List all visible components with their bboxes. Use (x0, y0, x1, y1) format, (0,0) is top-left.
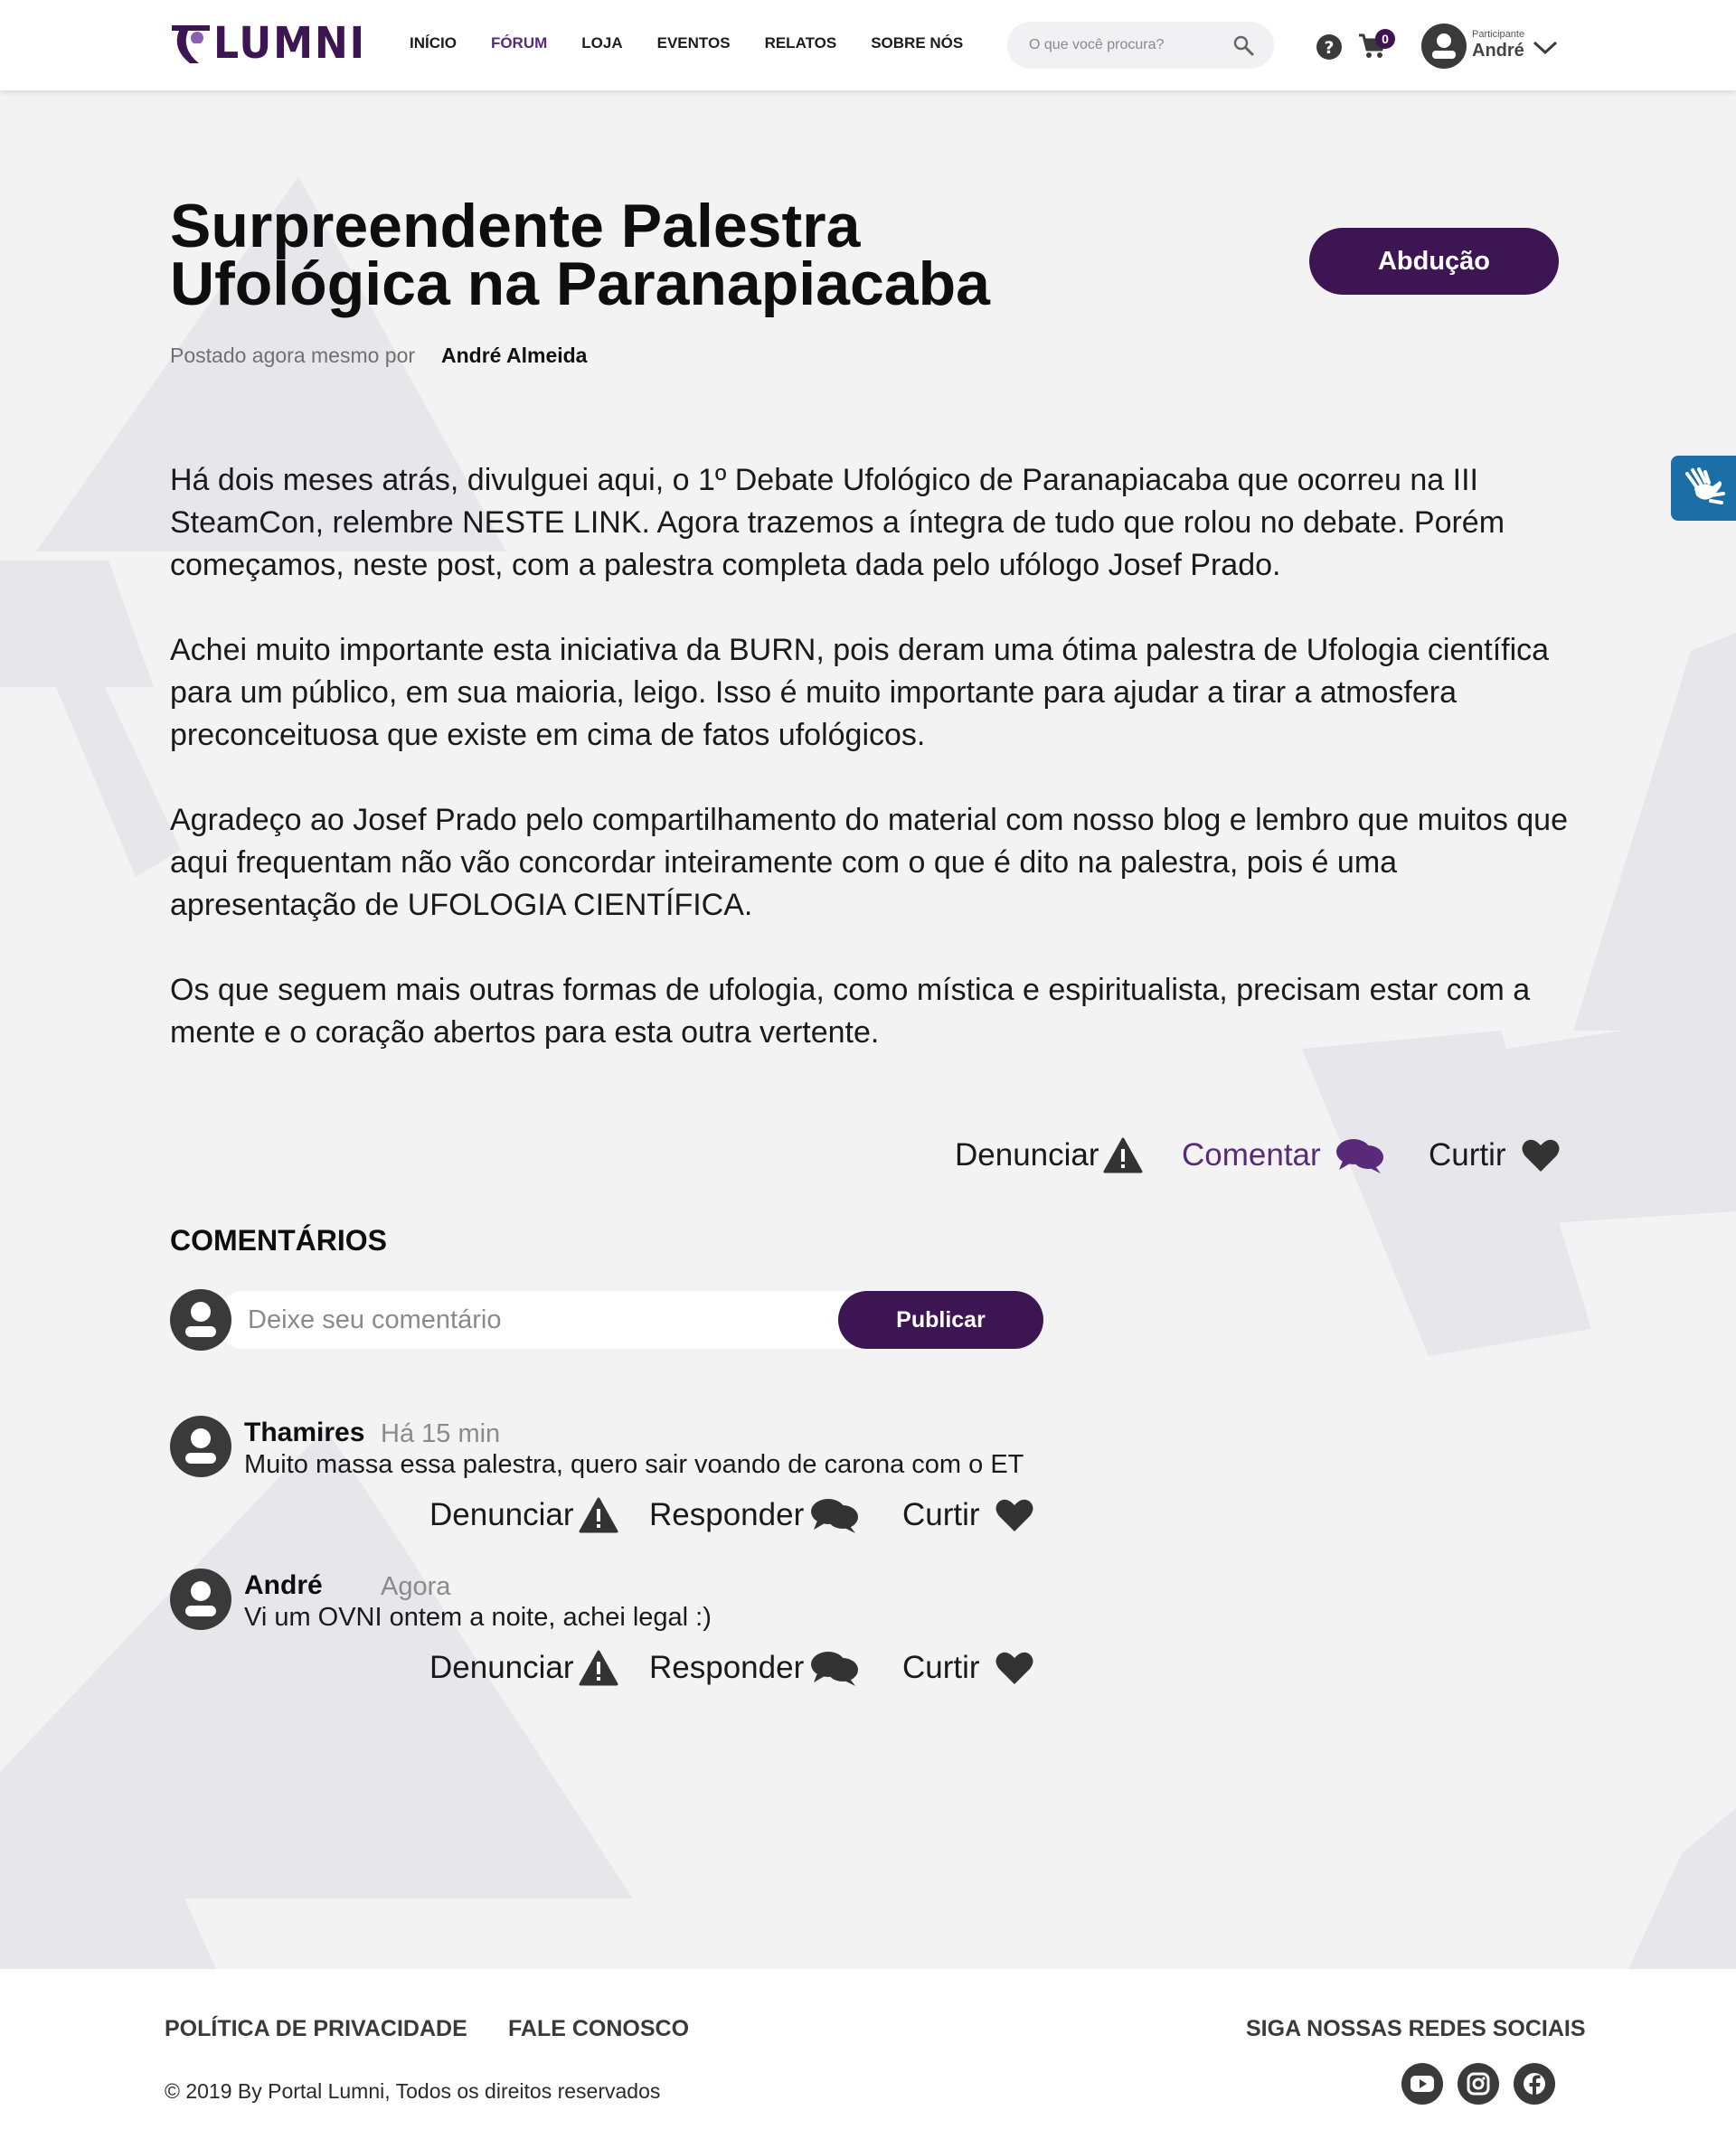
contact-link[interactable]: FALE CONOSCO (508, 2016, 689, 2042)
heart-icon (1522, 1139, 1560, 1172)
comment-text: Muito massa essa palestra, quero sair vo… (244, 1450, 1024, 1479)
comments-icon (811, 1652, 858, 1686)
report-comment-button[interactable]: Denunciar (429, 1497, 618, 1533)
reply-comment-button[interactable]: Responder (649, 1497, 858, 1533)
comment-actions: Denunciar Responder Curtir (170, 1497, 1043, 1542)
facebook-icon[interactable] (1512, 2061, 1557, 2106)
user-avatar-icon (170, 1289, 231, 1351)
comments-title: COMENTÁRIOS (170, 1224, 387, 1257)
user-avatar-icon (170, 1569, 231, 1630)
comment-text: Vi um OVNI ontem a noite, achei legal :) (244, 1603, 712, 1632)
youtube-icon[interactable] (1400, 2061, 1445, 2106)
heart-icon (995, 1652, 1033, 1684)
nav-item-eventos[interactable]: EVENTOS (657, 34, 731, 56)
user-role-label: Participante (1472, 29, 1525, 40)
post-paragraph: Achei muito importante esta iniciativa d… (170, 633, 1550, 752)
report-label: Denunciar (429, 1650, 574, 1685)
like-label: Curtir (902, 1650, 980, 1685)
top-header: LUMNI INÍCIO FÓRUM LOJA EVENTOS RELATOS … (0, 0, 1736, 90)
cart-count-badge: 0 (1375, 29, 1395, 49)
comment-input[interactable] (248, 1302, 790, 1338)
post-paragraph: Agradeço ao Josef Prado pelo compartilha… (170, 803, 1568, 922)
comment-actions: Denunciar Responder Curtir (170, 1650, 1043, 1695)
accessibility-button[interactable] (1671, 456, 1736, 521)
logo-text: LUMNI (213, 18, 366, 69)
comment-time: Há 15 min (381, 1419, 501, 1448)
nav-item-forum[interactable]: FÓRUM (491, 34, 547, 56)
chevron-down-icon[interactable] (1532, 38, 1559, 56)
comment-time: Agora (381, 1572, 451, 1601)
comments-icon (811, 1499, 858, 1533)
lumni-logo[interactable]: LUMNI (170, 18, 364, 69)
nav-item-sobre-nos[interactable]: SOBRE NÓS (871, 34, 963, 56)
comment-item: André Agora Vi um OVNI ontem a noite, ac… (170, 1569, 1043, 1713)
post-body: Há dois meses atrás, divulguei aqui, o 1… (170, 459, 1580, 1097)
user-avatar-icon (170, 1416, 231, 1477)
category-tag-button[interactable]: Abdução (1309, 228, 1559, 295)
post-actions: Denunciar Comentar Curtir (0, 1137, 1736, 1182)
post-title: Surpreendente Palestra Ufológica na Para… (170, 192, 990, 318)
comment-label: Comentar (1182, 1137, 1321, 1173)
nav-item-inicio[interactable]: INÍCIO (410, 34, 457, 56)
comment-item: Thamires Há 15 min Muito massa essa pale… (170, 1416, 1043, 1560)
search-icon[interactable] (1232, 34, 1254, 56)
comment-author[interactable]: André (244, 1570, 323, 1601)
sign-language-icon (1685, 467, 1725, 504)
user-avatar-icon[interactable] (1421, 24, 1467, 69)
search-input[interactable] (1029, 34, 1228, 56)
like-label: Curtir (902, 1497, 980, 1532)
main-nav: INÍCIO FÓRUM LOJA EVENTOS RELATOS SOBRE … (410, 34, 997, 56)
like-comment-button[interactable]: Curtir (902, 1497, 1033, 1533)
instagram-icon[interactable] (1456, 2061, 1501, 2106)
new-comment-form: Publicar (170, 1289, 1043, 1351)
warning-icon (579, 1497, 618, 1533)
social-title: SIGA NOSSAS REDES SOCIAIS (1246, 2016, 1586, 2041)
nav-item-relatos[interactable]: RELATOS (765, 34, 837, 56)
like-comment-button[interactable]: Curtir (902, 1650, 1033, 1686)
comment-post-button[interactable]: Comentar (1182, 1137, 1383, 1173)
publish-button[interactable]: Publicar (838, 1291, 1043, 1349)
like-post-button[interactable]: Curtir (1429, 1137, 1560, 1173)
report-label: Denunciar (429, 1497, 574, 1532)
comment-author[interactable]: Thamires (244, 1418, 364, 1448)
warning-icon (1103, 1137, 1143, 1173)
nav-item-loja[interactable]: LOJA (581, 34, 622, 56)
post-paragraph: Há dois meses atrás, divulguei aqui, o 1… (170, 463, 1505, 582)
alien-logo-icon (172, 25, 210, 63)
heart-icon (995, 1499, 1033, 1531)
reply-label: Responder (649, 1497, 805, 1532)
report-post-button[interactable]: Denunciar (955, 1137, 1143, 1173)
svg-text:?: ? (1324, 38, 1334, 58)
search-bar (1007, 22, 1274, 69)
comments-icon (1336, 1139, 1383, 1173)
copyright-text: © 2019 By Portal Lumni, Todos os direito… (165, 2079, 661, 2103)
post-paragraph: Os que seguem mais outras formas de ufol… (170, 973, 1531, 1050)
like-label: Curtir (1429, 1137, 1506, 1173)
post-author[interactable]: André Almeida (441, 344, 587, 368)
reply-comment-button[interactable]: Responder (649, 1650, 858, 1686)
warning-icon (579, 1650, 618, 1686)
post-meta: Postado agora mesmo por (170, 344, 416, 367)
report-label: Denunciar (955, 1137, 1099, 1173)
privacy-policy-link[interactable]: POLÍTICA DE PRIVACIDADE (165, 2016, 467, 2042)
report-comment-button[interactable]: Denunciar (429, 1650, 618, 1686)
user-name-label[interactable]: André (1472, 41, 1524, 61)
help-icon[interactable]: ? (1316, 34, 1342, 60)
page-footer: POLÍTICA DE PRIVACIDADE FALE CONOSCO © 2… (0, 1969, 1736, 2148)
reply-label: Responder (649, 1650, 805, 1685)
